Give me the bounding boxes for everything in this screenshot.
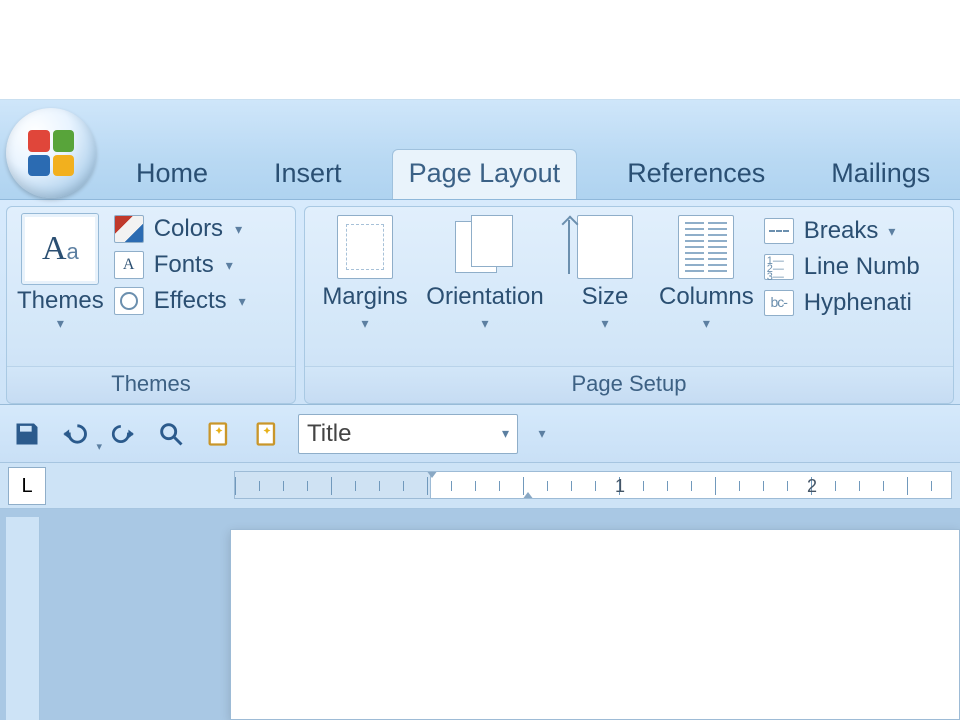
title-bar: Home Insert Page Layout References Maili… xyxy=(0,100,960,200)
theme-fonts-button[interactable]: A Fonts ▾ xyxy=(114,251,246,279)
orientation-icon xyxy=(451,215,519,279)
line-numbers-icon: 1—2—3— xyxy=(764,254,794,280)
hanging-indent-marker[interactable] xyxy=(519,492,537,499)
breaks-label: Breaks xyxy=(804,217,879,245)
line-numbers-button[interactable]: 1—2—3— Line Numb xyxy=(764,253,920,281)
ribbon-tabs: Home Insert Page Layout References Maili… xyxy=(120,100,946,199)
find-button[interactable] xyxy=(154,417,188,451)
tab-home[interactable]: Home xyxy=(120,150,224,199)
tab-stop-glyph: L xyxy=(21,475,32,498)
margins-label: Margins xyxy=(322,283,407,311)
theme-effects-button[interactable]: Effects ▾ xyxy=(114,287,246,315)
tab-insert[interactable]: Insert xyxy=(258,150,358,199)
tab-page-layout[interactable]: Page Layout xyxy=(392,149,578,199)
breaks-icon xyxy=(764,218,794,244)
ruler-ticks xyxy=(235,472,951,498)
size-button[interactable]: Size ▾ xyxy=(555,213,655,332)
document-area xyxy=(0,509,960,720)
window-top-margin xyxy=(0,0,960,100)
quick-access-toolbar: ▾ Title ▾ ▾ xyxy=(0,405,960,463)
redo-icon xyxy=(110,421,136,447)
chevron-down-icon: ▾ xyxy=(226,257,233,274)
qat-customize-button[interactable]: ▾ xyxy=(532,417,552,451)
horizontal-ruler[interactable]: 1 2 xyxy=(234,471,952,499)
orientation-label: Orientation xyxy=(426,283,543,311)
themes-button[interactable]: Aa Themes ▾ xyxy=(17,213,104,332)
themes-button-label: Themes xyxy=(17,287,104,315)
group-page-setup-label: Page Setup xyxy=(305,366,953,403)
line-numbers-label: Line Numb xyxy=(804,253,920,281)
style-selected-value: Title xyxy=(307,420,351,448)
size-label: Size xyxy=(582,283,629,311)
save-button[interactable] xyxy=(10,417,44,451)
chevron-down-icon: ▾ xyxy=(888,223,895,240)
chevron-down-icon: ▾ xyxy=(538,425,545,442)
ruler-row: L 1 2 xyxy=(0,463,960,509)
theme-effects-label: Effects xyxy=(154,287,227,315)
save-icon xyxy=(13,420,41,448)
theme-colors-label: Colors xyxy=(154,215,223,243)
vertical-ruler[interactable] xyxy=(6,517,40,720)
chevron-down-icon: ▾ xyxy=(601,315,608,332)
columns-button[interactable]: Columns ▾ xyxy=(655,213,758,332)
hyphenation-button[interactable]: bc- Hyphenati xyxy=(764,289,920,317)
undo-button[interactable]: ▾ xyxy=(58,417,92,451)
document-page[interactable] xyxy=(230,529,960,720)
redo-button[interactable] xyxy=(106,417,140,451)
size-icon xyxy=(577,215,633,279)
chevron-down-icon: ▾ xyxy=(481,315,488,332)
chevron-down-icon: ▾ xyxy=(703,315,710,332)
ruler-number: 2 xyxy=(807,476,817,497)
colors-icon xyxy=(114,215,144,243)
office-logo-icon xyxy=(28,130,74,176)
tab-references[interactable]: References xyxy=(611,150,781,199)
hyphenation-label: Hyphenati xyxy=(804,289,912,317)
hyphenation-icon: bc- xyxy=(764,290,794,316)
office-button[interactable] xyxy=(6,108,96,198)
tab-mailings[interactable]: Mailings xyxy=(815,150,946,199)
fonts-icon: A xyxy=(114,251,144,279)
ruler-number: 1 xyxy=(615,476,625,497)
qat-button-b[interactable] xyxy=(250,417,284,451)
tab-stop-selector[interactable]: L xyxy=(8,467,46,505)
group-themes: Aa Themes ▾ Colors ▾ A Fonts ▾ xyxy=(6,206,296,404)
effects-icon xyxy=(114,287,144,315)
theme-colors-button[interactable]: Colors ▾ xyxy=(114,215,246,243)
first-line-indent-marker[interactable] xyxy=(423,471,441,478)
chevron-down-icon: ▾ xyxy=(502,425,509,442)
columns-label: Columns xyxy=(659,283,754,311)
qat-button-a[interactable] xyxy=(202,417,236,451)
margins-icon xyxy=(337,215,393,279)
chevron-down-icon: ▾ xyxy=(57,315,64,332)
chevron-down-icon: ▾ xyxy=(96,440,102,453)
breaks-button[interactable]: Breaks ▾ xyxy=(764,217,920,245)
margins-button[interactable]: Margins ▾ xyxy=(315,213,415,332)
chevron-down-icon: ▾ xyxy=(235,221,242,238)
document-sparkle-icon xyxy=(253,420,281,448)
themes-icon: Aa xyxy=(21,213,99,285)
theme-fonts-label: Fonts xyxy=(154,251,214,279)
group-themes-label: Themes xyxy=(7,366,295,403)
ribbon: Aa Themes ▾ Colors ▾ A Fonts ▾ xyxy=(0,200,960,405)
columns-icon xyxy=(678,215,734,279)
document-sparkle-icon xyxy=(205,420,233,448)
style-selector[interactable]: Title ▾ xyxy=(298,414,518,454)
undo-icon xyxy=(61,420,89,448)
orientation-button[interactable]: Orientation ▾ xyxy=(415,213,555,332)
chevron-down-icon: ▾ xyxy=(239,293,246,310)
search-icon xyxy=(157,420,185,448)
group-page-setup: Margins ▾ Orientation ▾ Size ▾ Columns ▾ xyxy=(304,206,954,404)
chevron-down-icon: ▾ xyxy=(361,315,368,332)
